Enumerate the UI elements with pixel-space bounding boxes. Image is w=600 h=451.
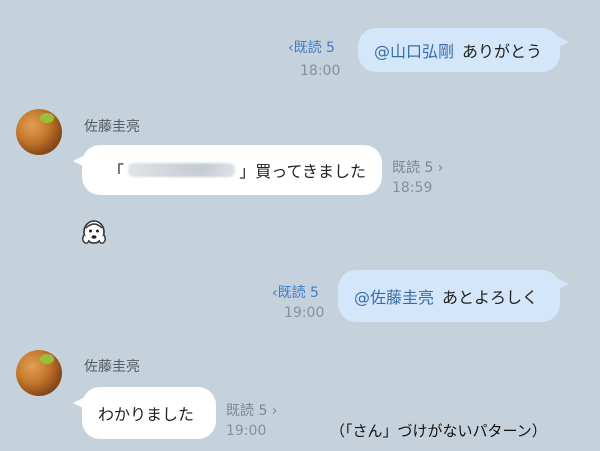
avatar[interactable] <box>16 350 62 396</box>
avatar[interactable] <box>16 109 62 155</box>
message-time: 19:00 <box>226 423 267 439</box>
avatar-food-image <box>40 113 54 123</box>
mention-link[interactable]: @佐藤圭亮 <box>354 284 434 308</box>
message-time: 19:00 <box>284 305 325 321</box>
message-time: 18:00 <box>300 63 341 79</box>
message-text: あとよろしく <box>442 288 539 307</box>
read-receipt[interactable]: ‹既読 5 <box>288 37 335 57</box>
avatar-food-image <box>40 354 54 364</box>
message-time: 18:59 <box>392 180 433 196</box>
read-receipt[interactable]: ‹既読 5 <box>272 282 319 302</box>
message-text: ありがとう <box>462 42 543 61</box>
caption-text: （「さん」づけがないパターン） <box>330 422 547 440</box>
monkey-face-icon[interactable] <box>79 218 109 248</box>
message-bubble-outgoing[interactable]: @山口弘剛 ありがとう <box>358 28 569 72</box>
read-receipt[interactable]: 既読 5 › <box>226 400 277 420</box>
mention-link[interactable]: @山口弘剛 <box>374 38 454 62</box>
blurred-item-name <box>128 163 236 177</box>
read-receipt[interactable]: 既読 5 › <box>392 157 443 177</box>
message-text-open: 「 <box>108 162 125 181</box>
sender-name: 佐藤圭亮 <box>84 359 140 375</box>
message-bubble-incoming[interactable]: 「 」買ってきました <box>73 145 382 195</box>
message-text: わかりました <box>98 405 195 424</box>
message-bubble-outgoing[interactable]: @佐藤圭亮 あとよろしく <box>338 270 569 322</box>
message-bubble-incoming[interactable]: わかりました <box>73 387 216 439</box>
message-text: 」買ってきました <box>239 162 366 181</box>
sender-name: 佐藤圭亮 <box>84 119 140 135</box>
